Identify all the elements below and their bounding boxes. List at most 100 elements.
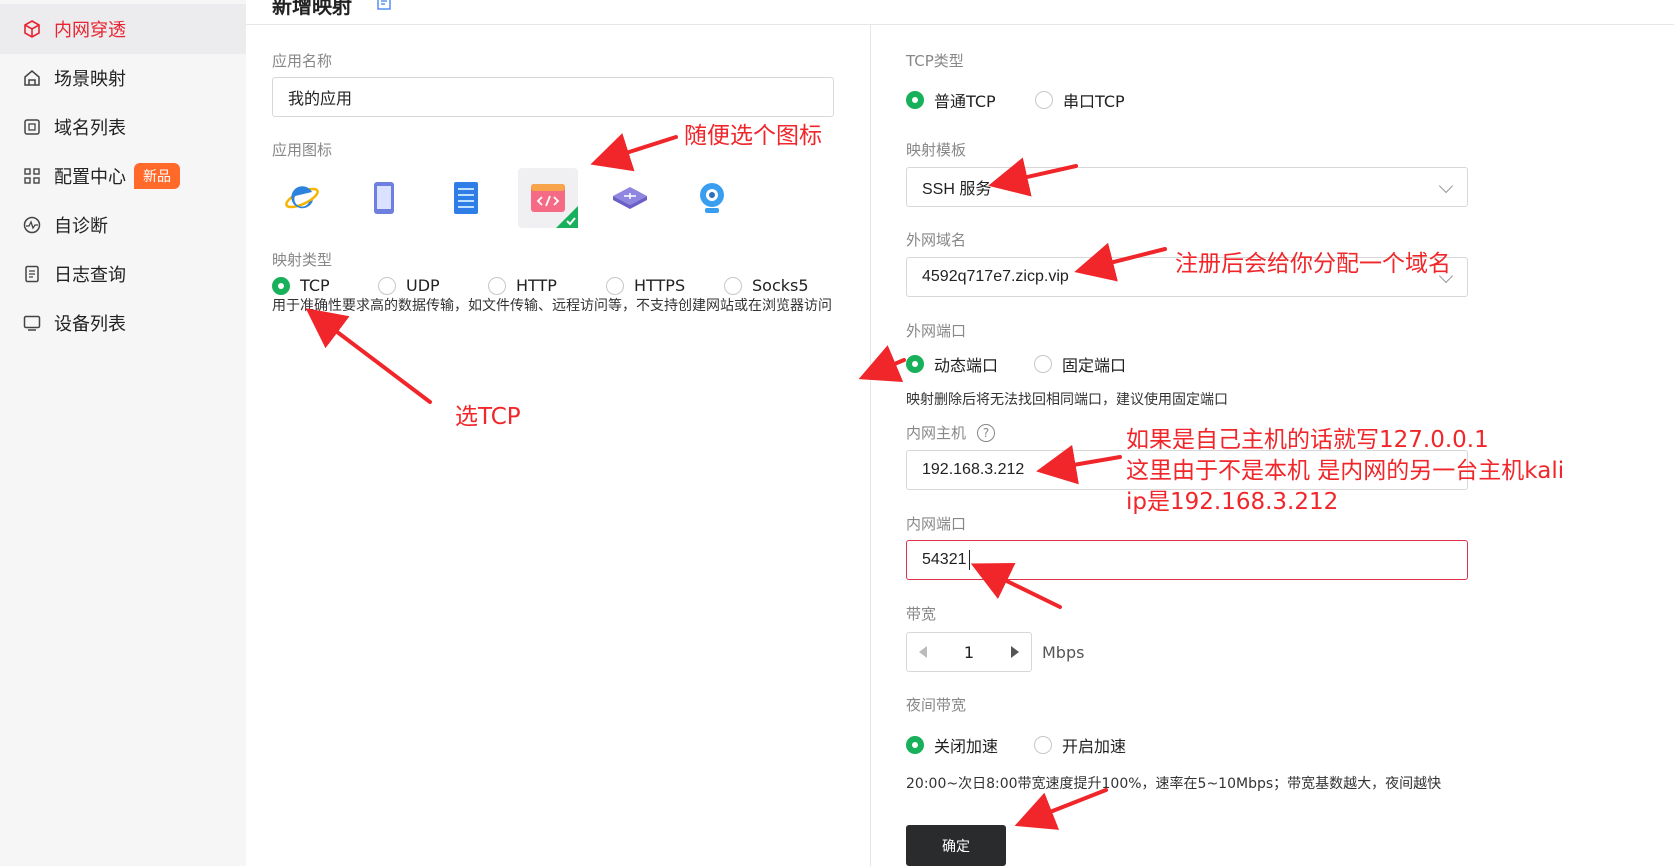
radio-socks5[interactable]: Socks5 bbox=[724, 276, 809, 295]
server-icon[interactable] bbox=[436, 168, 496, 228]
radio-dot bbox=[1034, 736, 1052, 754]
radio-dot bbox=[906, 736, 924, 754]
pulse-icon bbox=[22, 215, 42, 235]
radio-label: 固定端口 bbox=[1062, 356, 1127, 375]
radio-label: TCP bbox=[300, 276, 330, 295]
domain-icon bbox=[22, 117, 42, 137]
annotation-pick-icon: 随便选个图标 bbox=[684, 123, 822, 149]
column-divider bbox=[870, 24, 871, 866]
radio-dot bbox=[272, 276, 290, 295]
confirm-button[interactable]: 确定 bbox=[906, 825, 1006, 866]
domain-label: 外网域名 bbox=[906, 231, 967, 249]
sidebar-item-config-center[interactable]: 配置中心 新品 bbox=[0, 151, 246, 201]
internal-port-value: 54321 bbox=[922, 551, 967, 568]
radio-accel-on[interactable]: 开启加速 bbox=[1034, 733, 1126, 757]
radio-serial-tcp[interactable]: 串口TCP bbox=[1035, 88, 1125, 112]
template-select[interactable]: SSH 服务 bbox=[906, 167, 1468, 207]
router-icon[interactable] bbox=[600, 168, 660, 228]
annotation-host-note-2: 这里由于不是本机 是内网的另一台主机kali bbox=[1126, 458, 1565, 484]
domain-select-value: 4592q717e7.zicp.vip bbox=[922, 268, 1069, 285]
sidebar-item-device-list[interactable]: 设备列表 bbox=[0, 298, 246, 348]
sidebar: 内网穿透 场景映射 域名列表 配置中心 新品 自诊断 日志查询 设备列表 bbox=[0, 0, 246, 866]
annotation-pick-tcp: 选TCP bbox=[455, 404, 521, 430]
radio-label: HTTP bbox=[516, 276, 557, 295]
app-icon-label: 应用图标 bbox=[272, 141, 333, 159]
radio-dot bbox=[724, 276, 742, 295]
mapping-type-help: 用于准确性要求高的数据传输，如文件传输、远程访问等，不支持创建网站或在浏览器访问 bbox=[272, 298, 832, 314]
sidebar-item-intranet-penetration[interactable]: 内网穿透 bbox=[0, 4, 246, 54]
radio-udp[interactable]: UDP bbox=[378, 276, 488, 295]
radio-accel-off[interactable]: 关闭加速 bbox=[906, 733, 1034, 757]
internal-port-input[interactable]: 54321 bbox=[906, 540, 1468, 580]
radio-label: Socks5 bbox=[752, 276, 809, 295]
radio-fixed-port[interactable]: 固定端口 bbox=[1034, 352, 1126, 376]
edit-icon[interactable] bbox=[377, 0, 391, 14]
sidebar-item-self-diagnosis[interactable]: 自诊断 bbox=[0, 200, 246, 250]
radio-label: 普通TCP bbox=[934, 92, 996, 111]
grid-icon bbox=[22, 166, 42, 186]
new-badge: 新品 bbox=[134, 163, 180, 189]
webcam-icon[interactable] bbox=[682, 168, 742, 228]
sidebar-item-domain-list[interactable]: 域名列表 bbox=[0, 102, 246, 152]
sidebar-item-label: 内网穿透 bbox=[54, 20, 126, 41]
radio-dot bbox=[606, 276, 624, 295]
help-icon[interactable]: ? bbox=[977, 424, 995, 442]
night-bandwidth-help: 20:00~次日8:00带宽速度提升100%，速率在5~10Mbps；带宽基数越… bbox=[906, 776, 1442, 792]
monitor-icon bbox=[22, 313, 42, 333]
sidebar-item-label: 场景映射 bbox=[54, 69, 126, 90]
radio-dot bbox=[906, 355, 924, 373]
page-title: 新增映射 bbox=[272, 0, 352, 18]
sidebar-item-log-query[interactable]: 日志查询 bbox=[0, 249, 246, 299]
sidebar-item-label: 日志查询 bbox=[54, 265, 126, 286]
house-icon bbox=[22, 68, 42, 88]
bandwidth-label: 带宽 bbox=[906, 605, 937, 623]
radio-label: 开启加速 bbox=[1062, 737, 1127, 756]
radio-dot bbox=[488, 276, 506, 295]
decrement-icon[interactable] bbox=[919, 646, 927, 658]
chevron-down-icon bbox=[1438, 178, 1454, 194]
annotation-host-note-3: ip是192.168.3.212 bbox=[1126, 489, 1339, 515]
sidebar-item-label: 设备列表 bbox=[54, 314, 126, 335]
radio-dot bbox=[906, 91, 924, 109]
radio-dot bbox=[378, 276, 396, 295]
radio-dynamic-port[interactable]: 动态端口 bbox=[906, 352, 1034, 376]
bandwidth-value: 1 bbox=[963, 642, 975, 662]
tcp-type-label: TCP类型 bbox=[906, 52, 964, 70]
help-icon-glyph: ? bbox=[982, 426, 990, 440]
template-select-value: SSH 服务 bbox=[922, 181, 992, 198]
tablet-icon[interactable] bbox=[354, 168, 414, 228]
external-port-radio-group: 动态端口 固定端口 bbox=[906, 352, 1126, 376]
cube-icon bbox=[22, 19, 42, 39]
radio-label: 关闭加速 bbox=[934, 737, 999, 756]
radio-label: 动态端口 bbox=[934, 356, 999, 375]
radio-label: HTTPS bbox=[634, 276, 686, 295]
radio-normal-tcp[interactable]: 普通TCP bbox=[906, 88, 1035, 112]
radio-http[interactable]: HTTP bbox=[488, 276, 606, 295]
code-window-icon[interactable] bbox=[518, 168, 578, 228]
sidebar-item-label: 域名列表 bbox=[54, 118, 126, 139]
app-name-input[interactable]: 我的应用 bbox=[272, 77, 834, 117]
external-port-label: 外网端口 bbox=[906, 322, 967, 340]
external-port-help: 映射删除后将无法找回相同端口，建议使用固定端口 bbox=[906, 392, 1228, 408]
template-label: 映射模板 bbox=[906, 141, 967, 159]
radio-tcp[interactable]: TCP bbox=[272, 276, 378, 295]
bandwidth-stepper[interactable]: 1 bbox=[906, 632, 1032, 672]
document-icon bbox=[22, 264, 42, 284]
annotation-domain-note: 注册后会给你分配一个域名 bbox=[1175, 251, 1451, 277]
text-caret bbox=[968, 550, 970, 570]
sidebar-item-scene-mapping[interactable]: 场景映射 bbox=[0, 53, 246, 103]
selected-check-icon bbox=[556, 206, 578, 228]
increment-icon[interactable] bbox=[1011, 646, 1019, 658]
internal-port-label: 内网端口 bbox=[906, 515, 967, 533]
radio-https[interactable]: HTTPS bbox=[606, 276, 724, 295]
mapping-type-label: 映射类型 bbox=[272, 251, 333, 269]
night-bandwidth-radio-group: 关闭加速 开启加速 bbox=[906, 733, 1126, 757]
sidebar-item-label: 自诊断 bbox=[54, 216, 108, 237]
radio-label: UDP bbox=[406, 276, 440, 295]
bandwidth-unit: Mbps bbox=[1042, 643, 1085, 662]
sidebar-item-label: 配置中心 bbox=[54, 167, 126, 188]
ie-browser-icon[interactable] bbox=[272, 168, 332, 228]
radio-dot bbox=[1035, 91, 1053, 109]
app-name-label: 应用名称 bbox=[272, 52, 333, 70]
annotation-host-note-1: 如果是自己主机的话就写127.0.0.1 bbox=[1126, 427, 1489, 453]
